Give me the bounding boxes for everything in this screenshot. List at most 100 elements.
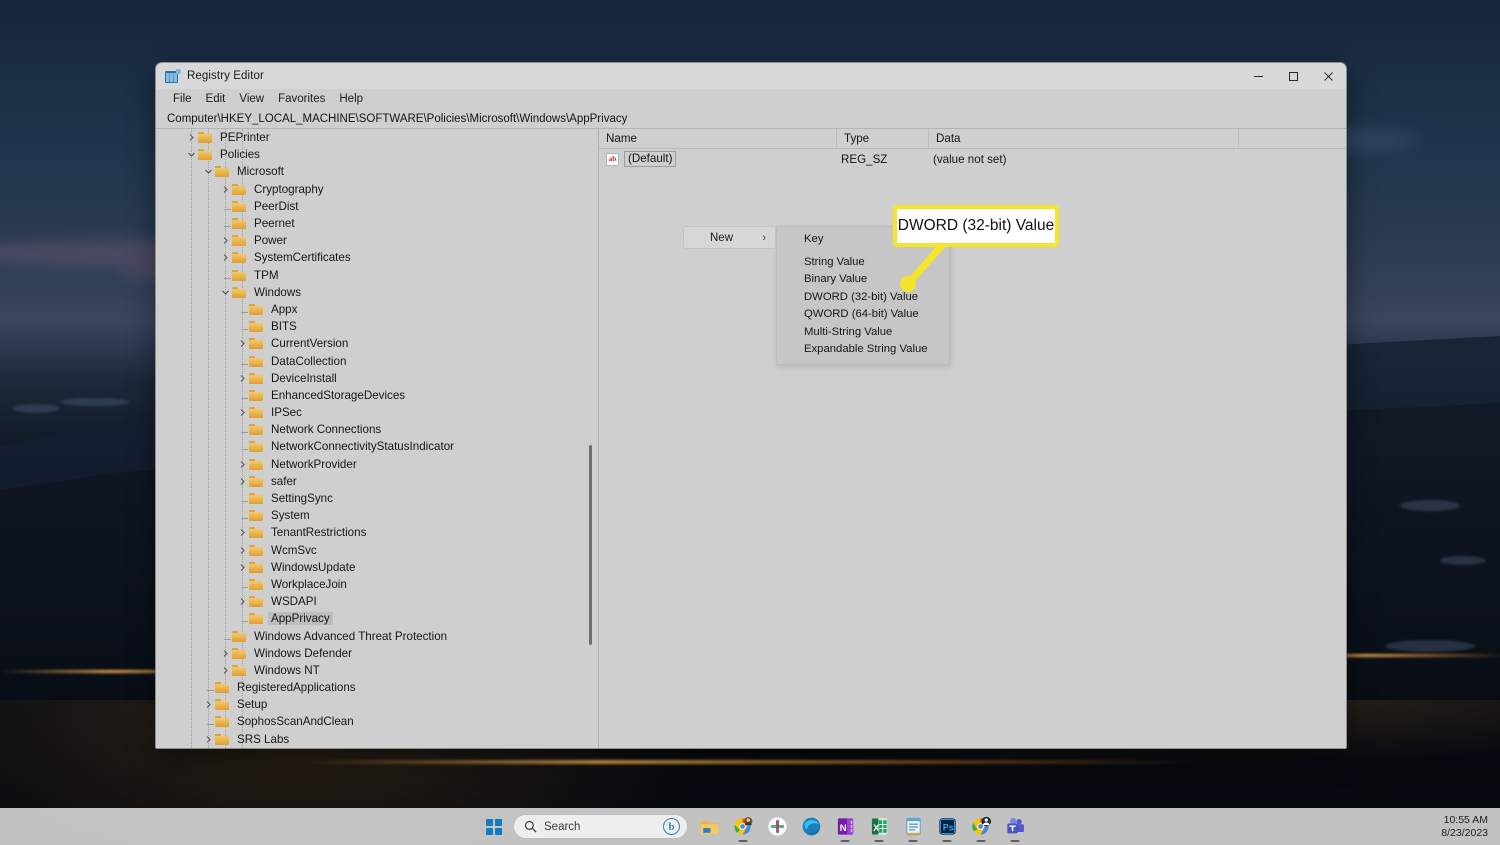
tree-item[interactable]: System <box>156 507 598 524</box>
folder-icon <box>232 630 246 642</box>
tree-item[interactable]: WorkplaceJoin <box>156 576 598 593</box>
tree-item[interactable]: Windows <box>156 284 598 301</box>
chevron-right-icon[interactable] <box>237 527 248 538</box>
tree-item[interactable]: SRS Labs <box>156 731 598 748</box>
menu-help[interactable]: Help <box>332 92 370 106</box>
chevron-right-icon[interactable] <box>237 407 248 418</box>
submenu-item[interactable]: Multi-String Value <box>777 323 949 340</box>
tree-item[interactable]: safer <box>156 473 598 490</box>
folder-icon <box>232 235 246 247</box>
start-button[interactable] <box>478 808 510 845</box>
chevron-right-icon[interactable] <box>237 338 248 349</box>
chevron-right-icon[interactable] <box>220 184 231 195</box>
chevron-right-icon[interactable] <box>220 252 231 263</box>
tree-item[interactable]: CurrentVersion <box>156 335 598 352</box>
clock-time: 10:55 AM <box>1443 813 1488 826</box>
tree-item[interactable]: TPM <box>156 267 598 284</box>
taskbar-teams-icon[interactable] <box>998 808 1032 845</box>
taskbar-clock[interactable]: 10:55 AM 8/23/2023 <box>1441 814 1488 840</box>
tree-item[interactable]: Windows NT <box>156 662 598 679</box>
address-bar[interactable]: Computer\HKEY_LOCAL_MACHINE\SOFTWARE\Pol… <box>156 109 1346 129</box>
tree-item[interactable]: Policies <box>156 146 598 163</box>
table-row[interactable]: ab (Default) REG_SZ (value not set) <box>599 150 1346 168</box>
tree-item[interactable]: Setup <box>156 696 598 713</box>
chevron-down-icon[interactable] <box>220 287 231 298</box>
tree-item[interactable]: DataCollection <box>156 352 598 369</box>
tree-item[interactable]: WcmSvc <box>156 542 598 559</box>
chevron-right-icon[interactable] <box>220 648 231 659</box>
tree-item[interactable]: Peernet <box>156 215 598 232</box>
tree-item[interactable]: TenantRestrictions <box>156 524 598 541</box>
minimize-button[interactable] <box>1241 63 1276 89</box>
column-header-data[interactable]: Data <box>929 129 1239 149</box>
chevron-right-icon[interactable] <box>186 132 197 143</box>
tree-connector <box>237 304 248 315</box>
column-header-type[interactable]: Type <box>837 129 929 149</box>
tree-item[interactable]: Windows Advanced Threat Protection <box>156 627 598 644</box>
tree-scrollbar-thumb[interactable] <box>589 445 592 645</box>
svg-text:Ps: Ps <box>942 823 953 833</box>
registry-tree-pane[interactable]: PEPrinter Policies Microsoft Cryptography Pe… <box>156 129 599 748</box>
tree-item[interactable]: SettingSync <box>156 490 598 507</box>
tree-item[interactable]: EnhancedStorageDevices <box>156 387 598 404</box>
search-input[interactable]: Search b <box>513 814 688 839</box>
chevron-right-icon[interactable] <box>237 373 248 384</box>
tree-item[interactable]: Windows Defender <box>156 645 598 662</box>
menu-view[interactable]: View <box>232 92 271 106</box>
chevron-right-icon[interactable] <box>237 545 248 556</box>
menu-edit[interactable]: Edit <box>199 92 233 106</box>
tree-item[interactable]: DeviceInstall <box>156 370 598 387</box>
taskbar-file-explorer-icon[interactable] <box>692 808 726 845</box>
tree-item[interactable]: BITS <box>156 318 598 335</box>
bing-chat-icon[interactable]: b <box>663 818 680 835</box>
tree-item[interactable]: IPSec <box>156 404 598 421</box>
tree-item[interactable]: SystemCertificates <box>156 249 598 266</box>
submenu-item[interactable]: QWORD (64-bit) Value <box>777 306 949 323</box>
taskbar-excel-icon[interactable]: X <box>862 808 896 845</box>
close-button[interactable] <box>1311 63 1346 89</box>
maximize-button[interactable] <box>1276 63 1311 89</box>
tree-item[interactable]: WindowsUpdate <box>156 559 598 576</box>
tree-item[interactable]: Microsoft <box>156 163 598 180</box>
title-bar: Registry Editor <box>156 63 1346 89</box>
chevron-right-icon: › <box>762 231 766 244</box>
tree-item[interactable]: PEPrinter <box>156 129 598 146</box>
submenu-item[interactable]: Expandable String Value <box>777 340 949 357</box>
tree-connector <box>237 321 248 332</box>
tree-item[interactable]: WSDAPI <box>156 593 598 610</box>
menu-favorites[interactable]: Favorites <box>271 92 332 106</box>
tree-item[interactable]: Appx <box>156 301 598 318</box>
folder-icon <box>232 252 246 264</box>
menu-file[interactable]: File <box>166 92 199 106</box>
chevron-right-icon[interactable] <box>203 699 214 710</box>
tree-item[interactable]: NetworkConnectivityStatusIndicator <box>156 438 598 455</box>
chevron-down-icon[interactable] <box>203 166 214 177</box>
chevron-right-icon[interactable] <box>237 596 248 607</box>
tree-item[interactable]: AppPrivacy <box>156 610 598 627</box>
taskbar-notepad-icon[interactable] <box>896 808 930 845</box>
chevron-right-icon[interactable] <box>237 459 248 470</box>
folder-icon <box>215 682 229 694</box>
taskbar-photoshop-icon[interactable]: Ps <box>930 808 964 845</box>
chevron-right-icon[interactable] <box>237 562 248 573</box>
chevron-down-icon[interactable] <box>186 149 197 160</box>
chevron-right-icon[interactable] <box>220 665 231 676</box>
folder-icon <box>249 389 263 401</box>
taskbar-chrome-account-icon[interactable] <box>964 808 998 845</box>
context-menu-new-item[interactable]: New › <box>683 226 776 249</box>
chevron-right-icon[interactable] <box>203 734 214 745</box>
tree-item[interactable]: Cryptography <box>156 181 598 198</box>
tree-item[interactable]: NetworkProvider <box>156 456 598 473</box>
column-header-name[interactable]: Name <box>599 129 837 149</box>
taskbar-chrome-profile-icon[interactable] <box>726 808 760 845</box>
taskbar-slack-icon[interactable] <box>760 808 794 845</box>
chevron-right-icon[interactable] <box>237 476 248 487</box>
tree-item[interactable]: SophosScanAndClean <box>156 713 598 730</box>
taskbar-onenote-icon[interactable]: N <box>828 808 862 845</box>
tree-item[interactable]: PeerDist <box>156 198 598 215</box>
tree-item[interactable]: Power <box>156 232 598 249</box>
taskbar-microsoft-edge-icon[interactable] <box>794 808 828 845</box>
tree-item[interactable]: Network Connections <box>156 421 598 438</box>
tree-item[interactable]: RegisteredApplications <box>156 679 598 696</box>
chevron-right-icon[interactable] <box>220 235 231 246</box>
